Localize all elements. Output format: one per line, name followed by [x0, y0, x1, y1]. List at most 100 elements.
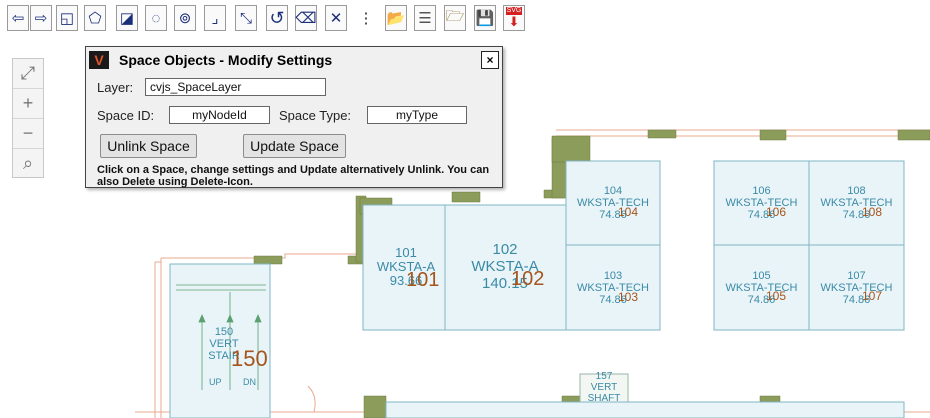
folder-open-icon: 📂 — [386, 10, 406, 27]
space-type-field[interactable]: myType — [367, 106, 467, 124]
dialog-titlebar[interactable]: V Space Objects - Modify Settings — [86, 47, 502, 73]
svg-export-button[interactable]: SVG ⬇ — [503, 5, 525, 31]
room-105-label: 105 WKSTA-TECH 74.86 — [714, 270, 809, 306]
modify-settings-dialog: V Space Objects - Modify Settings × Laye… — [85, 46, 503, 188]
open-file-button[interactable]: 🗁 — [444, 5, 466, 31]
magnifier-icon: ⌕ — [22, 153, 34, 173]
room-number: 107 — [847, 270, 866, 282]
layer-value: cvjs_SpaceLayer — [150, 80, 242, 94]
room-type: WKSTA-A — [471, 258, 539, 275]
room-area: 74.86 — [747, 209, 776, 221]
vertical-dots-icon: ⋮ — [358, 10, 374, 27]
room-tag-103: 103 — [618, 290, 639, 304]
app-logo-icon: V — [89, 51, 109, 69]
room-number: 106 — [752, 185, 771, 197]
room-area: 74.86 — [842, 209, 871, 221]
room-tag-102: 102 — [511, 268, 545, 290]
space-type-value: myType — [395, 108, 438, 122]
layer-label: Layer: — [97, 80, 134, 95]
space-id-field[interactable]: myNodeId — [169, 106, 270, 124]
room-type: WKSTA-TECH — [577, 197, 649, 209]
room-tag-105: 105 — [766, 289, 787, 303]
room-type2: SHAFT — [587, 393, 621, 404]
corridor-bottom-shape — [385, 401, 905, 418]
room-107-label: 107 WKSTA-TECH 74.86 — [809, 270, 904, 306]
floppy-disk-icon: 💾 — [475, 10, 495, 27]
save-button[interactable]: 💾 — [474, 5, 496, 31]
multi-circle-button[interactable]: ⊚ — [174, 5, 196, 31]
room-type: WKSTA-TECH — [725, 282, 798, 294]
room-area: 74.86 — [747, 294, 776, 306]
edit-rectangle-button[interactable]: ◪ — [116, 5, 138, 31]
add-space-button[interactable]: ◱ — [56, 5, 78, 31]
room-tag-101: 101 — [406, 269, 440, 291]
update-space-button[interactable]: Update Space — [243, 134, 346, 158]
room-102-label: 102 WKSTA-A 140.15 — [448, 241, 562, 292]
room-area: 74.86 — [599, 294, 627, 306]
more-button[interactable]: ⋮ — [355, 5, 377, 31]
room-104-label: 104 WKSTA-TECH 74.86 — [566, 185, 660, 221]
room-type: WKSTA-TECH — [577, 282, 649, 294]
unlink-space-button[interactable]: Unlink Space — [100, 134, 197, 158]
room-tag-150: 150 — [231, 346, 268, 371]
dialog-title: Space Objects - Modify Settings — [119, 52, 333, 68]
space-id-label: Space ID: — [97, 108, 155, 123]
room-number: 104 — [603, 185, 623, 197]
room-type: WKSTA-TECH — [725, 197, 798, 209]
resize-button[interactable]: ⤡ — [235, 5, 257, 31]
polygon-icon: ⬠ — [88, 10, 102, 27]
add-rectangle-icon: ◱ — [59, 10, 75, 27]
zoom-in-button[interactable]: + — [13, 89, 43, 119]
zoom-previous-button[interactable]: ⇦ — [7, 5, 29, 31]
zoom-out-button[interactable]: − — [13, 119, 43, 149]
room-number: 101 — [395, 245, 417, 260]
stair-up-label: UP — [209, 377, 222, 387]
room-area: 140.15 — [482, 275, 528, 292]
room-type: VERT — [590, 382, 618, 393]
layers-icon: ☰ — [418, 10, 432, 27]
expand-icon: ⤢ — [20, 63, 36, 83]
close-x-icon: ✕ — [329, 10, 343, 27]
room-tag-104: 104 — [618, 205, 639, 219]
close-button[interactable]: × — [481, 51, 499, 69]
double-circle-icon: ⊚ — [178, 10, 192, 27]
back-arrow-icon: ⇦ — [11, 10, 25, 27]
svg-download-icon: ⬇ — [508, 14, 520, 29]
zoom-extents-button[interactable]: ⤢ — [13, 59, 43, 89]
room-number: 108 — [847, 185, 866, 197]
dialog-help-text: Click on a Space, change settings and Up… — [97, 164, 490, 188]
room-number: 103 — [603, 270, 623, 282]
space-type-label: Space Type: — [279, 108, 352, 123]
room-number: 157 — [595, 371, 613, 382]
open-folder-button[interactable]: 📂 — [385, 5, 407, 31]
delete-button[interactable]: ✕ — [325, 5, 347, 31]
room-108-label: 108 WKSTA-TECH 74.86 — [809, 185, 904, 221]
room-type: WKSTA-TECH — [820, 197, 893, 209]
move-corner-icon: ⌟ — [211, 10, 219, 27]
circle-select-button[interactable]: ◌ — [145, 5, 167, 31]
close-icon: × — [486, 53, 494, 67]
move-button[interactable]: ⌟ — [204, 5, 226, 31]
room-tag-106: 106 — [766, 205, 787, 219]
zoom-next-button[interactable]: ⇨ — [30, 5, 52, 31]
room-103-label: 103 WKSTA-TECH 74.86 — [566, 270, 660, 306]
folder-icon: 🗁 — [445, 7, 465, 25]
rotate-button[interactable]: ↺ — [266, 5, 288, 31]
layer-field[interactable]: cvjs_SpaceLayer — [145, 78, 326, 96]
rotate-icon: ↺ — [269, 7, 285, 28]
room-number: 150 — [214, 326, 234, 338]
main-toolbar: ⇦ ⇨ ◱ ⬠ ◪ ◌ ⊚ ⌟ ⤡ ↺ ⌫ ✕ ⋮ 📂 ☰ 🗁 💾 SVG ⬇ — [0, 0, 930, 36]
erase-button[interactable]: ⌫ — [295, 5, 317, 31]
room-106-label: 106 WKSTA-TECH 74.86 — [714, 185, 809, 221]
minus-icon: − — [22, 123, 34, 143]
stair-down-label: DN — [243, 377, 256, 387]
eraser-icon: ⌫ — [295, 10, 317, 27]
add-polygon-button[interactable]: ⬠ — [84, 5, 106, 31]
layers-button[interactable]: ☰ — [414, 5, 436, 31]
zoom-controls: ⤢ + − ⌕ — [12, 58, 44, 178]
circle-icon: ◌ — [151, 9, 161, 27]
room-157-label: 157 VERT SHAFT — [578, 371, 630, 404]
room-number: 105 — [752, 270, 771, 282]
room-number: 102 — [492, 241, 518, 258]
zoom-window-button[interactable]: ⌕ — [13, 149, 43, 178]
